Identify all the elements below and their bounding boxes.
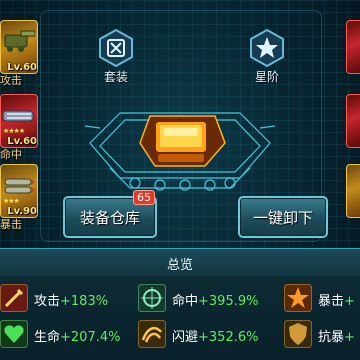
crosshair-icon [138, 284, 166, 312]
warehouse-count-badge: 65 [133, 190, 155, 205]
unequip-all-button[interactable]: 一键卸下 [238, 196, 328, 238]
stat-name: 暴击 [318, 294, 345, 309]
stat-crit-resist: 抗暴+ [284, 320, 360, 348]
stat-name: 抗暴 [318, 330, 345, 345]
set-button[interactable]: 套装 [96, 28, 136, 84]
gatling-icon [2, 110, 34, 122]
crit-icon [284, 284, 312, 312]
equipment-screen: Lv.60 攻击 ★★★★ Lv.60 命中 ★★★ Lv.90 暴击 套装 星… [0, 0, 360, 360]
stat-name: 命中 [172, 294, 199, 309]
stat-hit: 命中+395.9% [138, 284, 278, 312]
item-attribute: 命中 [0, 148, 22, 161]
item-attribute: 暴击 [0, 218, 22, 231]
stat-dodge: 闪避+352.6% [138, 320, 278, 348]
dodge-icon [138, 320, 166, 348]
stat-value: +352.6% [198, 330, 259, 345]
equip-slot-3[interactable]: ★★★ Lv.90 暴击 [0, 164, 38, 231]
attack-icon [0, 284, 28, 312]
stat-attack: 攻击+183% [0, 284, 130, 312]
set-icon [99, 28, 133, 68]
equip-slot-right-1[interactable] [346, 20, 360, 74]
cannon-icon [4, 30, 35, 52]
stat-name: 攻击 [34, 294, 61, 309]
missile-icon [4, 178, 35, 194]
equip-slot-2[interactable]: ★★★★ Lv.60 命中 [0, 94, 38, 161]
equip-slot-right-3[interactable] [346, 164, 360, 218]
stat-value: +207.4% [60, 330, 121, 345]
item-card: ★★★★ Lv.60 [0, 94, 38, 148]
overview-title: 总览 [166, 258, 193, 273]
armor-core [139, 115, 226, 167]
heart-icon [0, 320, 28, 348]
star-rank-button[interactable]: 星阶 [247, 28, 287, 84]
star-icon [250, 28, 284, 68]
item-attribute: 攻击 [0, 74, 22, 87]
shield-icon [284, 320, 312, 348]
stat-value: + [344, 294, 355, 309]
stat-health: 生命+207.4% [0, 320, 130, 348]
star-rank-label: 星阶 [254, 70, 279, 84]
item-card: Lv.60 [0, 20, 38, 74]
set-label: 套装 [103, 70, 128, 84]
stat-value: +395.9% [198, 294, 259, 309]
stat-value: + [344, 330, 355, 345]
stat-name: 生命 [34, 330, 61, 345]
stat-name: 闪避 [172, 330, 199, 345]
item-card: ★★★ Lv.90 [0, 164, 38, 218]
stat-crit: 暴击+ [284, 284, 360, 312]
equip-slot-1[interactable]: Lv.60 攻击 [0, 20, 38, 87]
tank-hologram [84, 112, 276, 191]
equip-slot-right-2[interactable] [346, 94, 360, 148]
stat-value: +183% [60, 294, 109, 309]
